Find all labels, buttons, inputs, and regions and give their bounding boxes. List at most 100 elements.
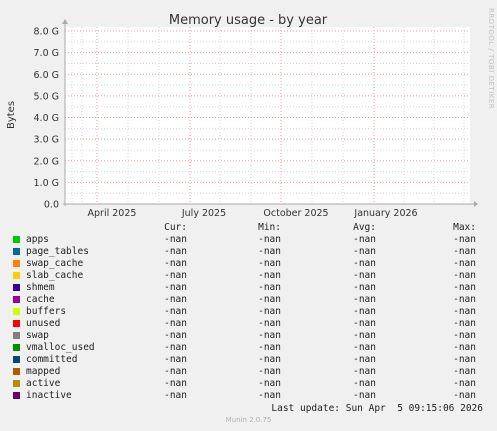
header-min: Min: [258,222,281,233]
avg-value: -nan [353,378,376,389]
legend-swatch [13,320,20,327]
legend-swatch [13,308,20,315]
legend-swatch [13,368,20,375]
min-value: -nan [258,366,281,377]
y-axis-arrow [62,19,68,24]
legend-header: Cur: Min: Avg: Max: [0,222,497,234]
x-tick-labels: April 2025 July 2025 October 2025 January 2… [88,208,418,219]
avg-value: -nan [353,294,376,305]
avg-value: -nan [353,306,376,317]
legend-row-swap: swap -nan -nan -nan -nan [0,330,497,342]
max-value: -nan [453,270,476,281]
min-value: -nan [258,270,281,281]
x-tick-label: January 2026 [353,208,417,219]
max-value: -nan [453,246,476,257]
cur-value: -nan [164,282,187,293]
avg-value: -nan [353,366,376,377]
rrdtool-watermark: RRDTOOL / TOBI OETIKER [487,8,495,110]
series-name: apps [26,234,49,245]
cur-value: -nan [164,342,187,353]
max-value: -nan [453,342,476,353]
max-value: -nan [453,354,476,365]
min-value: -nan [258,354,281,365]
max-value: -nan [453,366,476,377]
munin-version: Munin 2.0.75 [225,416,272,424]
legend-swatch [13,272,20,279]
legend-row-vmalloc-used: vmalloc_used -nan -nan -nan -nan [0,342,497,354]
series-name: swap_cache [26,258,84,269]
max-value: -nan [453,318,476,329]
legend-swatch [13,236,20,243]
series-name: cache [26,294,55,305]
last-update: Last update: Sun Apr 5 09:15:06 2026 [271,403,483,414]
legend-swatch [13,260,20,267]
max-value: -nan [453,282,476,293]
legend-row-slab-cache: slab_cache -nan -nan -nan -nan [0,270,497,282]
series-name: mapped [26,366,61,377]
cur-value: -nan [164,246,187,257]
legend-row-active: active -nan -nan -nan -nan [0,378,497,390]
y-tick-label: 8.0 G [34,27,60,38]
cur-value: -nan [164,354,187,365]
legend-swatch [13,356,20,363]
max-value: -nan [453,234,476,245]
series-name: shmem [26,282,55,293]
series-name: swap [26,330,49,341]
y-tick-label: 0.0 [44,200,59,211]
header-max: Max: [453,222,476,233]
legend-rows: apps -nan -nan -nan -nan page_tables -nan -nan -… [0,234,497,402]
y-tick-label: 2.0 G [34,156,60,167]
min-value: -nan [258,330,281,341]
y-tick-label: 4.0 G [34,113,60,124]
avg-value: -nan [353,246,376,257]
cur-value: -nan [164,258,187,269]
series-name: page_tables [26,246,89,257]
max-value: -nan [453,294,476,305]
min-value: -nan [258,306,281,317]
y-tick-label: 1.0 G [34,178,60,189]
max-value: -nan [453,306,476,317]
series-name: active [26,378,61,389]
legend-swatch [13,284,20,291]
min-value: -nan [258,258,281,269]
y-tick-label: 7.0 G [34,48,60,59]
min-value: -nan [258,342,281,353]
min-value: -nan [258,378,281,389]
header-cur: Cur: [164,222,187,233]
header-avg: Avg: [353,222,376,233]
y-tick-label: 5.0 G [34,91,60,102]
avg-value: -nan [353,270,376,281]
cur-value: -nan [164,366,187,377]
avg-value: -nan [353,390,376,401]
legend-row-mapped: mapped -nan -nan -nan -nan [0,366,497,378]
min-value: -nan [258,390,281,401]
max-value: -nan [453,258,476,269]
legend-table: Cur: Min: Avg: Max: apps -nan -nan -nan -nan… [0,222,497,402]
cur-value: -nan [164,294,187,305]
x-tick-label: April 2025 [88,208,137,219]
cur-value: -nan [164,306,187,317]
y-tick-label: 3.0 G [34,135,60,146]
legend-row-inactive: inactive -nan -nan -nan -nan [0,390,497,402]
cur-value: -nan [164,378,187,389]
memory-chart: Memory usage - by year Bytes 0.0 1.0 G 2.0… [6,13,478,219]
series-name: inactive [26,390,72,401]
legend-row-apps: apps -nan -nan -nan -nan [0,234,497,246]
chart-title: Memory usage - by year [169,13,328,28]
legend-row-swap-cache: swap_cache -nan -nan -nan -nan [0,258,497,270]
plot-area [65,27,470,204]
y-axis-label: Bytes [6,101,17,129]
avg-value: -nan [353,342,376,353]
max-value: -nan [453,330,476,341]
legend-row-cache: cache -nan -nan -nan -nan [0,294,497,306]
series-name: slab_cache [26,270,84,281]
x-axis-arrow [474,201,478,207]
max-value: -nan [453,378,476,389]
min-value: -nan [258,246,281,257]
y-tick-labels: 0.0 1.0 G 2.0 G 3.0 G 4.0 G 5.0 G 6.0 G 7.0 G 8.… [34,27,60,211]
legend-swatch [13,392,20,399]
min-value: -nan [258,234,281,245]
legend-swatch [13,248,20,255]
legend-row-committed: committed -nan -nan -nan -nan [0,354,497,366]
avg-value: -nan [353,318,376,329]
